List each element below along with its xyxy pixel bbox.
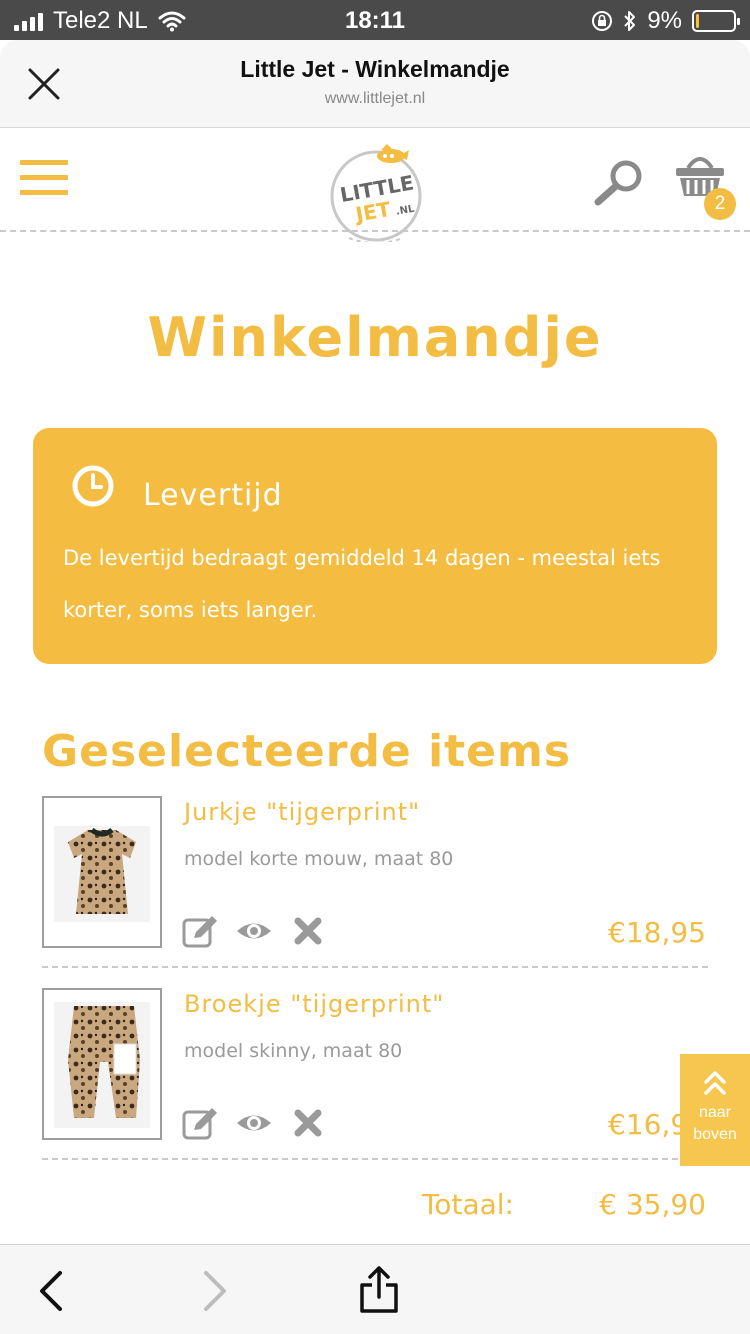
delivery-text: De levertijd bedraagt gemiddeld 14 dagen… (63, 546, 661, 622)
status-bar: Tele2 NL 18:11 9% (0, 0, 750, 40)
remove-icon[interactable] (290, 914, 326, 948)
total-value: € 35,90 (599, 1188, 706, 1221)
header-divider (0, 230, 750, 232)
menu-icon[interactable] (20, 160, 68, 198)
remove-icon[interactable] (290, 1106, 326, 1140)
dress-image (54, 826, 150, 922)
item-actions (182, 914, 326, 948)
back-to-top-line2: boven (693, 1126, 737, 1143)
item-actions (182, 1106, 326, 1140)
browser-url: www.littlejet.nl (324, 90, 426, 107)
clock-icon (72, 465, 114, 507)
cart-item: Jurkje "tijgerprint" model korte mouw, m… (42, 796, 708, 968)
items-heading: Geselecteerde items (42, 726, 572, 777)
browser-toolbar (0, 1244, 750, 1334)
share-icon[interactable] (356, 1265, 402, 1315)
double-chevron-up-icon (704, 1071, 726, 1095)
page-title: Winkelmandje (147, 306, 603, 369)
back-icon[interactable] (34, 1269, 70, 1313)
view-icon[interactable] (236, 1106, 272, 1140)
item-name[interactable]: Broekje "tijgerprint" (184, 990, 444, 1018)
product-image-dress[interactable] (42, 796, 162, 948)
forward-icon[interactable] (196, 1269, 232, 1313)
battery-level (696, 14, 699, 28)
item-divider (42, 966, 708, 968)
status-right: 9% (591, 7, 740, 35)
search-icon[interactable] (594, 158, 646, 206)
product-image-pants[interactable] (42, 988, 162, 1140)
bluetooth-icon (624, 11, 636, 31)
item-description: model skinny, maat 80 (184, 1040, 403, 1062)
battery-percent: 9% (647, 7, 682, 34)
total-label: Totaal: (422, 1188, 514, 1221)
cart-button[interactable]: 2 (674, 152, 736, 222)
edit-icon[interactable] (182, 914, 218, 948)
delivery-heading: Levertijd (143, 478, 283, 513)
browser-title: Little Jet - Winkelmandje (240, 56, 510, 82)
browser-header: Little Jet - Winkelmandje www.littlejet.… (0, 40, 750, 128)
site-header: LITTLE JET .NL 2 (0, 128, 750, 242)
item-name[interactable]: Jurkje "tijgerprint" (184, 798, 420, 826)
back-to-top-button[interactable]: naar boven (680, 1054, 750, 1166)
little-jet-logo[interactable]: LITTLE JET .NL (327, 144, 425, 242)
battery-icon (692, 10, 740, 32)
delivery-card: Levertijd De levertijd bedraagt gemiddel… (33, 428, 717, 664)
rotation-lock-icon (592, 11, 613, 31)
item-divider (42, 1158, 708, 1160)
edit-icon[interactable] (182, 1106, 218, 1140)
pants-image (54, 1002, 150, 1128)
cart-count-badge: 2 (704, 188, 736, 220)
view-icon[interactable] (236, 914, 272, 948)
cart-item: Broekje "tijgerprint" model skinny, maat… (42, 988, 708, 1160)
back-to-top-line1: naar (698, 1104, 732, 1121)
item-description: model korte mouw, maat 80 (184, 848, 454, 870)
item-price: €18,95 (608, 916, 706, 949)
